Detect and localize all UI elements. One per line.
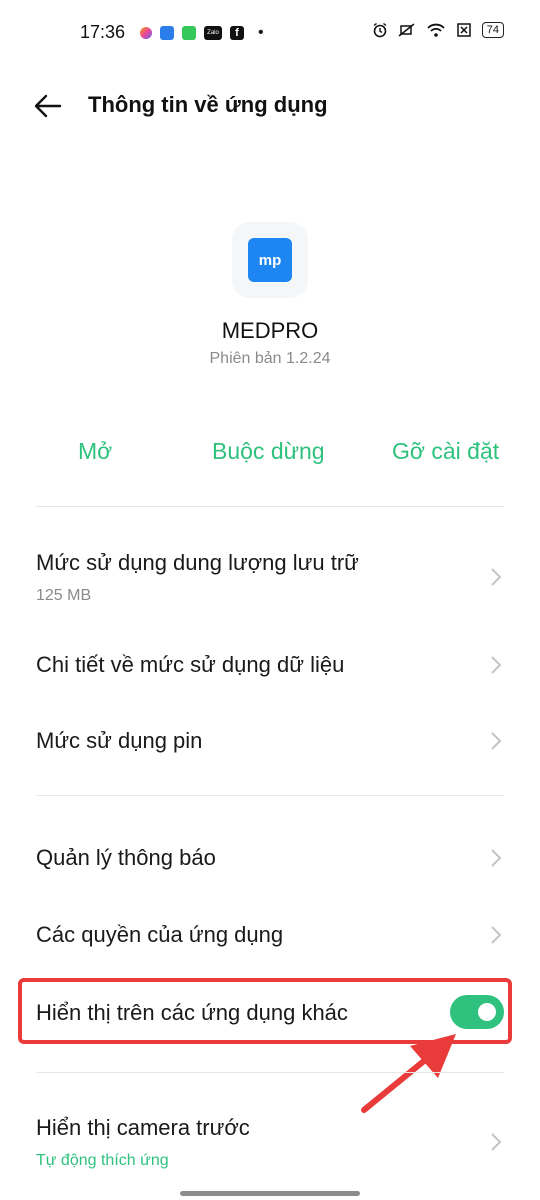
app-version: Phiên bản 1.2.24 (209, 350, 331, 367)
uninstall-button[interactable]: Gỡ cài đặt (392, 438, 499, 465)
zalo-icon: Zalo (204, 26, 222, 40)
open-button[interactable]: Mở (78, 438, 112, 465)
divider (36, 506, 504, 507)
app-permissions-row[interactable]: Các quyền của ứng dụng (0, 910, 540, 960)
battery-usage-row[interactable]: Mức sử dụng pin (0, 716, 540, 766)
silent-icon (398, 23, 415, 37)
chevron-right-icon (491, 656, 502, 674)
status-time: 17:36 (80, 22, 126, 42)
star-app-icon (140, 27, 152, 39)
front-camera-value: Tự động thích ứng (36, 1152, 169, 1169)
notification-management-row[interactable]: Quản lý thông báo (0, 833, 540, 883)
home-indicator[interactable] (180, 1191, 360, 1196)
chevron-right-icon (491, 732, 502, 750)
blue-app-icon (160, 26, 174, 40)
green-app-icon (182, 26, 196, 40)
notification-icons: Zalo f • (140, 24, 264, 42)
app-name: MEDPRO (221, 318, 319, 343)
data-usage-label: Chi tiết về mức sử dụng dữ liệu (36, 652, 345, 677)
facebook-icon: f (230, 26, 244, 40)
chevron-right-icon (491, 1133, 502, 1151)
back-arrow-icon[interactable] (32, 92, 64, 120)
storage-usage-row[interactable]: Mức sử dụng dung lượng lưu trữ 125 MB (0, 540, 540, 616)
more-dot: • (258, 24, 264, 41)
alarm-icon (373, 22, 387, 38)
divider (36, 1072, 504, 1073)
no-sim-icon (457, 23, 471, 37)
system-icons: 74 (372, 22, 504, 38)
storage-usage-label: Mức sử dụng dung lượng lưu trữ (36, 550, 359, 575)
page-title: Thông tin về ứng dụng (88, 92, 328, 117)
divider (36, 795, 504, 796)
app-permissions-label: Các quyền của ứng dụng (36, 922, 284, 947)
force-stop-button[interactable]: Buộc dừng (212, 438, 325, 465)
notification-management-label: Quản lý thông báo (36, 845, 216, 870)
battery-usage-label: Mức sử dụng pin (36, 728, 203, 753)
battery-indicator: 74 (481, 22, 504, 38)
chevron-right-icon (491, 849, 502, 867)
wifi-icon (427, 23, 445, 37)
chevron-right-icon (491, 568, 502, 586)
front-camera-label: Hiển thị camera trước (36, 1115, 250, 1140)
storage-usage-value: 125 MB (36, 587, 92, 604)
front-camera-row[interactable]: Hiển thị camera trước Tự động thích ứng (0, 1105, 540, 1175)
data-usage-row[interactable]: Chi tiết về mức sử dụng dữ liệu (0, 640, 540, 690)
medpro-app-icon: mp (248, 238, 292, 282)
chevron-right-icon (491, 926, 502, 944)
